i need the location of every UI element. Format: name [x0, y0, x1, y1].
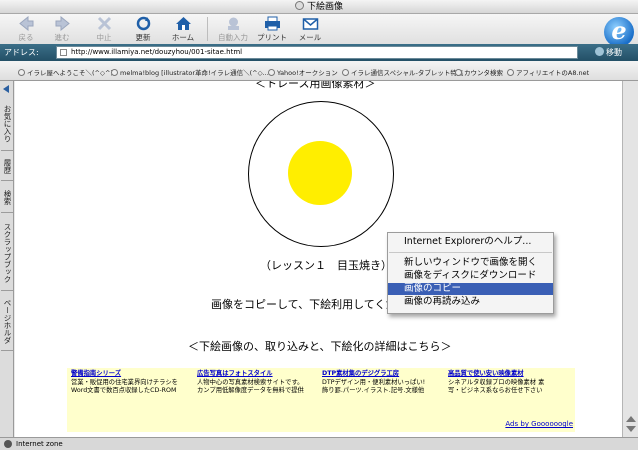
address-bar: アドレス: http://www.illamiya.net/douzyhou/0…: [0, 44, 638, 61]
explorer-sidebar: お気に入り 履歴 検索 スクラップブック ページホルダ: [0, 81, 14, 437]
favorite-page-icon: [455, 69, 462, 76]
stop-x-icon: [97, 16, 111, 31]
favorite-page-icon: [342, 69, 349, 76]
window-title: 下絵画像: [306, 2, 343, 12]
refresh-button[interactable]: 更新: [125, 16, 161, 43]
ie-logo-icon: e: [604, 17, 634, 47]
address-label: アドレス:: [4, 48, 39, 57]
scroll-down-icon[interactable]: [626, 426, 636, 432]
window-title-bar: 下絵画像: [0, 0, 638, 14]
ad-text: Word文書で数百点収録したCD-ROM: [71, 387, 177, 394]
refresh-icon: [136, 16, 150, 31]
ad-title-link[interactable]: 広告写真はフォトスタイル: [197, 370, 317, 379]
ad-text: カンプ用低解像度データを無料で提供: [197, 387, 304, 394]
ie-icon: [294, 1, 304, 10]
sidebar-tab-page-holder[interactable]: ページホルダ: [1, 293, 13, 351]
printer-icon: [264, 16, 280, 31]
ad-title-link[interactable]: DTP素材集のデジグラ工房: [322, 370, 442, 379]
sidebar-toggle-icon[interactable]: [3, 85, 9, 93]
menu-item-ie-help[interactable]: Internet Explorerのヘルプ...: [388, 236, 553, 248]
home-icon: [175, 17, 191, 30]
ad-item: DTP素材集のデジグラ工房 DTPデザイン用・便利素材いっぱい! 飾り罫.パーツ…: [322, 370, 442, 396]
sidebar-tab-favorites[interactable]: お気に入り: [1, 97, 13, 151]
ad-text: DTPデザイン用・便利素材いっぱい!: [322, 378, 426, 386]
ad-text: シネアルタ収録プロの映像素材 素: [448, 378, 545, 386]
google-ads-box: 警備指南シリーズ 営業・販促用の住宅業界向けチラシを Word文書で数百点収録し…: [67, 368, 575, 432]
stop-button[interactable]: 中止: [86, 16, 122, 43]
favorite-link[interactable]: イラレ通信スペシャル-タブレット特集: [342, 67, 463, 77]
globe-icon: [4, 440, 12, 448]
go-arrow-icon: [595, 47, 604, 56]
sidebar-tab-search[interactable]: 検索: [1, 183, 13, 213]
ad-item: 警備指南シリーズ 営業・販促用の住宅業界向けチラシを Word文書で数百点収録し…: [71, 370, 191, 396]
favorite-link[interactable]: イラレ屋へようこそ＼(^◇^): [18, 67, 113, 77]
address-url: http://www.illamiya.net/douzyhou/001-sit…: [71, 48, 243, 56]
ad-title-link[interactable]: 高品質で使い安い映像素材: [448, 370, 568, 379]
address-input[interactable]: http://www.illamiya.net/douzyhou/001-sit…: [56, 46, 578, 59]
detail-link[interactable]: ＜下絵画像の、取り込みと、下絵化の詳細はこちら＞: [188, 338, 452, 354]
autofill-icon: [227, 17, 239, 30]
go-button[interactable]: 移動: [595, 46, 622, 59]
back-arrow-icon: [18, 16, 33, 31]
mail-icon: [302, 18, 318, 30]
home-button[interactable]: ホーム: [165, 16, 201, 43]
favorite-link[interactable]: アフィリエイトのA8.net: [507, 67, 589, 77]
page-heading: ＜トレース用画像素材＞: [255, 81, 376, 90]
favorite-link[interactable]: melma!blog [illustrator革命!イラレ通信＼(^◇...: [111, 67, 269, 77]
ad-item: 高品質で使い安い映像素材 シネアルタ収録プロの映像素材 素 写・ビジネス系ならお…: [448, 370, 568, 396]
forward-button[interactable]: 進む: [44, 16, 80, 43]
favorite-link[interactable]: カウンタ検索: [455, 67, 503, 77]
sidebar-tab-scrapbook[interactable]: スクラップブック: [1, 215, 13, 291]
favorite-page-icon: [18, 69, 25, 76]
forward-arrow-icon: [55, 16, 70, 31]
autofill-button[interactable]: 自動入力: [212, 16, 254, 43]
menu-item-reload-image[interactable]: 画像の再読み込み: [388, 296, 553, 308]
ad-item: 広告写真はフォトスタイル 人物中心の写真素材検索サイトです。 カンプ用低解像度デ…: [197, 370, 317, 396]
ad-text: 人物中心の写真素材検索サイトです。: [197, 378, 304, 386]
favorite-page-icon: [111, 69, 118, 76]
status-zone: Internet zone: [16, 440, 63, 448]
ad-title-link[interactable]: 警備指南シリーズ: [71, 370, 191, 379]
ad-text: 写・ビジネス系ならお任せ下さい: [448, 387, 543, 394]
egg-yolk-image[interactable]: [288, 141, 352, 205]
favorite-page-icon: [507, 69, 514, 76]
toolbar-divider: [207, 17, 208, 41]
menu-item-open-in-new-window[interactable]: 新しいウィンドウで画像を開く: [388, 257, 553, 269]
status-bar: Internet zone: [0, 437, 638, 450]
ad-text: 飾り罫.パーツ.イラスト.記号.文様他: [322, 387, 425, 394]
menu-item-download-image[interactable]: 画像をディスクにダウンロード: [388, 270, 553, 282]
context-menu: Internet Explorerのヘルプ... 新しいウィンドウで画像を開く …: [387, 232, 554, 314]
menu-item-copy-image[interactable]: 画像のコピー: [388, 283, 553, 295]
page-icon: [60, 49, 67, 56]
back-button[interactable]: 戻る: [8, 16, 44, 43]
menu-separator: [389, 252, 552, 253]
page-content: ＜トレース用画像素材＞ （レッスン１ 目玉焼き） 画像をコピーして、下絵利用して…: [15, 81, 622, 437]
lesson-caption: （レッスン１ 目玉焼き）: [260, 259, 392, 272]
ads-by-google-link[interactable]: Ads by Goooooogle: [505, 420, 573, 428]
vertical-scrollbar[interactable]: [622, 81, 638, 437]
sidebar-tab-history[interactable]: 履歴: [1, 153, 13, 181]
favorite-page-icon: [268, 69, 275, 76]
toolbar: 戻る 進む 中止 更新 ホーム 自動入力 プリント メール: [0, 14, 638, 44]
scroll-up-icon[interactable]: [626, 416, 636, 422]
favorites-bar: イラレ屋へようこそ＼(^◇^) melma!blog [illustrator革…: [0, 61, 638, 81]
mail-button[interactable]: メール: [292, 16, 328, 43]
ad-text: 営業・販促用の住宅業界向けチラシを: [71, 378, 178, 386]
print-button[interactable]: プリント: [252, 16, 292, 43]
favorite-link[interactable]: Yahoo!オークション: [268, 67, 338, 77]
